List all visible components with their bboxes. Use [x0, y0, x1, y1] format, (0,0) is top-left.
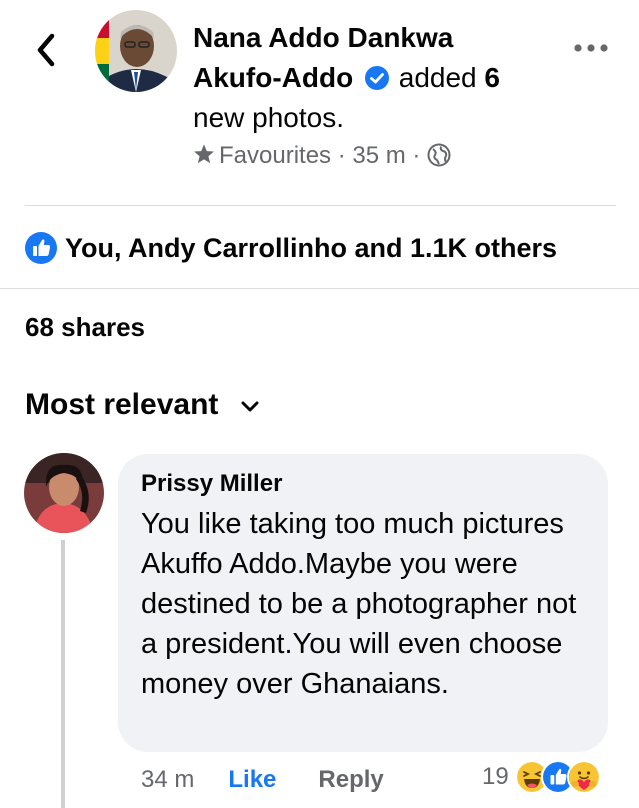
comment-sort-dropdown[interactable]: Most relevant [25, 388, 262, 422]
shares-count[interactable]: 68 shares [25, 312, 145, 343]
reactions-text[interactable]: You, Andy Carrollinho and 1.1K others [65, 233, 557, 264]
more-options-button[interactable] [572, 38, 610, 58]
sort-label: Most relevant [25, 388, 219, 421]
commenter-avatar-image [24, 453, 104, 533]
comment-like-button[interactable]: Like [228, 766, 276, 794]
photo-count: 6 [484, 62, 500, 93]
divider [0, 288, 639, 289]
reactions-summary[interactable]: You, Andy Carrollinho and 1.1K others [25, 229, 557, 267]
back-button[interactable] [30, 30, 64, 70]
meta-separator: · [337, 142, 346, 169]
globe-icon [427, 143, 451, 167]
commenter-avatar[interactable] [24, 453, 104, 533]
verified-badge-icon [364, 66, 389, 90]
comment-time[interactable]: 34 m [141, 766, 194, 794]
author-avatar[interactable] [95, 10, 177, 92]
post-title: Nana Addo Dankwa Akufo-Addo added 6 new … [193, 18, 563, 138]
like-reaction-icon [25, 232, 57, 264]
back-chevron-icon [37, 33, 55, 67]
meta-separator: · [412, 142, 421, 169]
author-name-line2[interactable]: Akufo-Addo [193, 62, 353, 93]
author-name-line1[interactable]: Nana Addo Dankwa [193, 22, 453, 53]
comment-actions: 34 m Like Reply [141, 762, 384, 798]
divider [25, 205, 616, 206]
comment-text: You like taking too much pictures Akuffo… [141, 508, 577, 700]
author-avatar-image [95, 10, 177, 92]
chevron-down-icon [241, 401, 259, 412]
more-options-icon [574, 44, 608, 52]
comment-reactions[interactable]: 19 [482, 760, 601, 794]
post-meta: Favourites · 35 m · [193, 140, 451, 172]
post-action-text: added [398, 62, 477, 93]
comment-author[interactable]: Prissy Miller [141, 470, 282, 498]
post-time[interactable]: 35 m [352, 142, 405, 169]
comment-reply-button[interactable]: Reply [318, 766, 383, 794]
care-reaction-icon [566, 760, 601, 794]
star-icon [194, 144, 214, 164]
audience-label[interactable]: Favourites [219, 142, 331, 169]
post-action-suffix: new photos. [193, 102, 344, 133]
comment-reaction-count: 19 [482, 763, 509, 790]
thread-line [61, 540, 65, 808]
